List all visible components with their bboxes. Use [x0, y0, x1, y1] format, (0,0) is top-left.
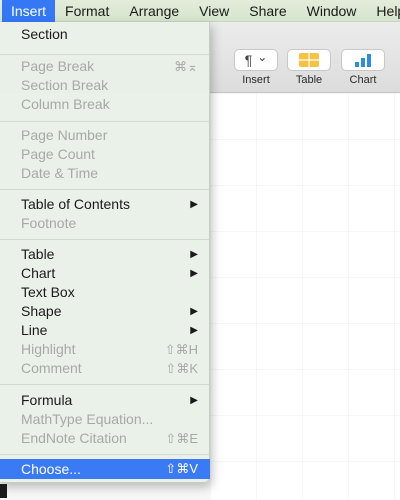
menu-separator [0, 121, 210, 122]
menu-item-page-count: Page Count [21, 146, 95, 162]
menubar-insert[interactable]: Insert [2, 0, 56, 22]
menu-item-table-of-contents[interactable]: Table of Contents ▶ [0, 195, 210, 214]
menu-separator [0, 454, 210, 455]
menubar-share[interactable]: Share [239, 0, 296, 22]
submenu-arrow-icon: ▶ [190, 199, 198, 210]
shortcut-label: ⇧⌘K [165, 361, 198, 376]
menubar-window[interactable]: Window [297, 0, 367, 22]
menu-item-date-time: Date & Time [21, 165, 99, 181]
submenu-arrow-icon: ▶ [190, 249, 198, 260]
shortcut-label: ⌘⌅ [174, 59, 198, 74]
toolbar-insert-label: Insert [242, 74, 270, 86]
toolbar-chart-label: Chart [349, 74, 377, 86]
menu-item-section-break: Section Break [21, 77, 109, 93]
menubar-arrange[interactable]: Arrange [119, 0, 189, 22]
menu-item-mathtype-equation: MathType Equation... [21, 411, 154, 427]
shortcut-label: ⇧⌘V [165, 461, 198, 476]
menu-item-text-box[interactable]: Text Box [0, 283, 210, 302]
menu-separator [0, 54, 210, 55]
menu-item-formula[interactable]: Formula ▶ [0, 391, 210, 410]
menu-item-column-break: Column Break [21, 96, 110, 112]
menu-item-page-break: Page Break ⌘⌅ [21, 58, 198, 74]
menu-item-section[interactable]: Section [0, 25, 210, 44]
menu-item-footnote: Footnote [21, 215, 77, 231]
menu-item-highlight: Highlight ⇧⌘H [21, 341, 198, 357]
submenu-arrow-icon: ▶ [190, 395, 198, 406]
insert-menu: Section Page Break ⌘⌅ Section Break Colum… [0, 22, 210, 483]
menu-item-table[interactable]: Table ▶ [0, 245, 210, 264]
menu-item-page-number: Page Number [21, 127, 108, 143]
toolbar-table-label: Table [295, 74, 323, 86]
toolbar-table-button[interactable]: Table [287, 49, 331, 86]
menu-item-choose[interactable]: Choose... ⇧⌘V [0, 459, 210, 479]
submenu-arrow-icon: ▶ [190, 306, 198, 317]
menubar-help[interactable]: Help [366, 0, 400, 22]
menu-item-comment: Comment ⇧⌘K [21, 360, 198, 376]
document-canvas[interactable] [210, 93, 400, 500]
menu-separator [0, 239, 210, 240]
menubar-view[interactable]: View [189, 0, 239, 22]
mouse-cursor-icon [0, 484, 7, 498]
toolbar-insert-button[interactable]: ¶ ⌄ Insert [234, 49, 278, 86]
menu-item-endnote-citation: EndNote Citation ⇧⌘E [21, 430, 198, 446]
document-grid [210, 93, 400, 500]
menu-item-shape[interactable]: Shape ▶ [0, 302, 210, 321]
paragraph-icon: ¶ [244, 52, 253, 68]
table-icon [299, 53, 319, 67]
submenu-arrow-icon: ▶ [190, 268, 198, 279]
menu-separator [0, 384, 210, 385]
shortcut-label: ⇧⌘E [165, 431, 198, 446]
chart-icon [355, 54, 371, 67]
menu-bar: Insert Format Arrange View Share Window … [0, 0, 400, 22]
menu-item-line[interactable]: Line ▶ [0, 321, 210, 340]
toolbar-chart-button[interactable]: Chart [341, 49, 385, 86]
menu-separator [0, 189, 210, 190]
chevron-down-icon: ⌄ [257, 50, 268, 64]
menu-item-chart[interactable]: Chart ▶ [0, 264, 210, 283]
submenu-arrow-icon: ▶ [190, 325, 198, 336]
shortcut-label: ⇧⌘H [164, 342, 198, 357]
menubar-format[interactable]: Format [55, 0, 119, 22]
